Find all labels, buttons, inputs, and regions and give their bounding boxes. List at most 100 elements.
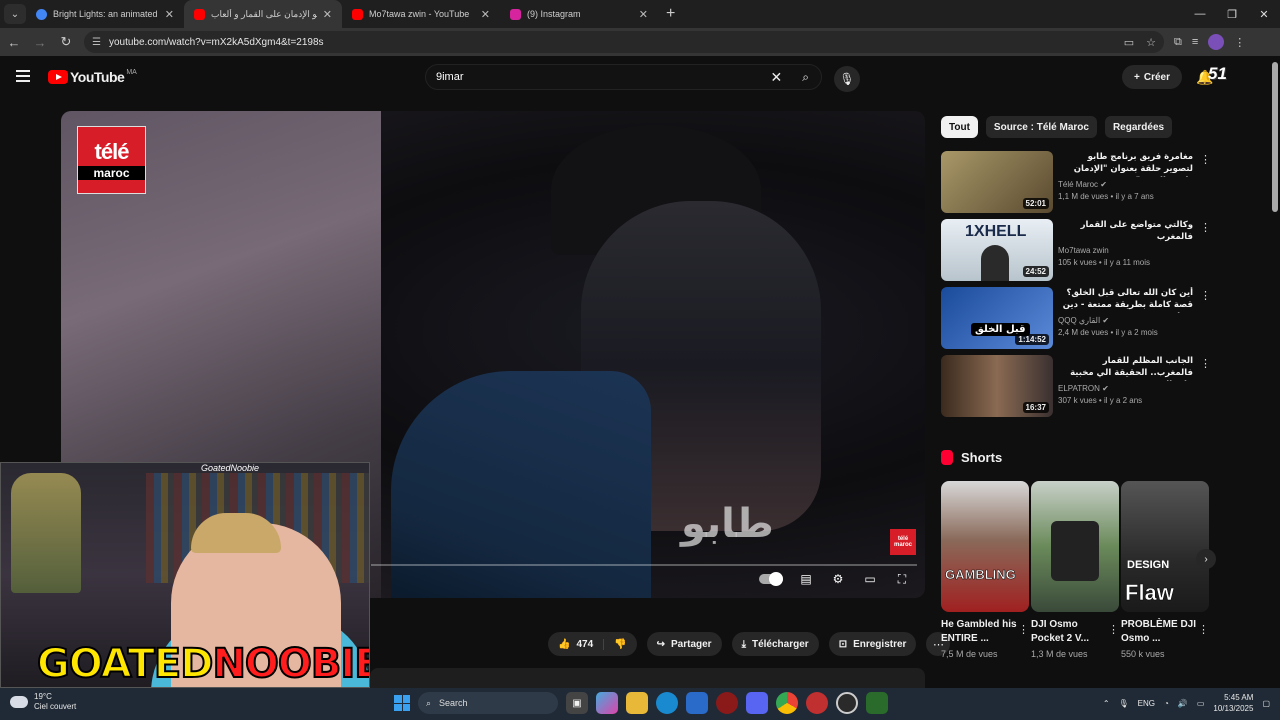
file-explorer-icon[interactable] xyxy=(626,692,648,714)
video-progress-bar[interactable] xyxy=(371,564,917,566)
more-options-icon[interactable]: ⋮ xyxy=(1108,623,1119,636)
reading-list-icon[interactable]: ≡ xyxy=(1192,36,1198,48)
taskbar-search[interactable]: ⌕ Search xyxy=(418,692,558,714)
voice-search-icon[interactable]: 🎙 xyxy=(834,66,860,92)
list-item[interactable]: 16:37 الجانب المظلم للقمار فالمغرب.. الح… xyxy=(941,355,1211,417)
search-input[interactable]: 9imar xyxy=(436,71,771,83)
channel-name[interactable]: QQQ القاري ✔ xyxy=(1058,316,1193,325)
chip-all[interactable]: Tout xyxy=(941,116,978,138)
microphone-icon[interactable]: 🎙 xyxy=(1119,699,1129,708)
wifi-icon[interactable]: ◔ xyxy=(1164,699,1169,708)
tray-chevron-icon[interactable]: ⌃ xyxy=(1103,699,1110,708)
channel-name[interactable]: ELPATRON ✔ xyxy=(1058,384,1193,393)
volume-icon[interactable]: 🔊 xyxy=(1178,699,1188,708)
youtube-logo[interactable]: YouTube MA xyxy=(48,69,137,85)
list-item[interactable]: 1XHELL 24:52 وكالتي متواضع على القمار فا… xyxy=(941,219,1211,281)
more-options-icon[interactable]: ⋮ xyxy=(1200,289,1211,302)
close-tab-icon[interactable]: ✕ xyxy=(323,8,332,21)
more-options-icon[interactable]: ⋮ xyxy=(1200,221,1211,234)
notification-center-icon[interactable]: ▢ xyxy=(1262,699,1270,708)
profile-avatar[interactable] xyxy=(1208,34,1225,50)
video-thumbnail[interactable]: 1XHELL 24:52 xyxy=(941,219,1053,281)
cast-icon[interactable]: ▭ xyxy=(1124,36,1134,49)
dislike-button[interactable]: 👎 xyxy=(604,639,636,650)
short-thumbnail[interactable]: GAMBLING xyxy=(941,481,1029,612)
terminal-icon[interactable] xyxy=(866,692,888,714)
list-item[interactable]: 52:01 مغامرة فريق برنامج طابو لتصوير حلق… xyxy=(941,151,1211,213)
autoplay-toggle[interactable] xyxy=(759,572,783,586)
search-icon[interactable]: ⌕ xyxy=(802,70,809,85)
browser-menu-icon[interactable]: ⋮ xyxy=(1234,36,1245,49)
description-box[interactable] xyxy=(370,668,925,690)
video-title[interactable]: وكالتي متواضع على القمار فالمغرب xyxy=(1058,219,1193,243)
chip-source[interactable]: Source : Télé Maroc xyxy=(985,116,1097,138)
chrome-icon[interactable] xyxy=(776,692,798,714)
list-item[interactable]: قبل الخلق 1:14:52 أين كان الله تعالى قبل… xyxy=(941,287,1211,349)
theater-mode-icon[interactable]: ▭ xyxy=(861,570,879,588)
more-options-icon[interactable]: ⋮ xyxy=(1018,623,1029,636)
search-box[interactable]: 9imar ✕ ⌕ xyxy=(425,64,822,90)
settings-gear-icon[interactable]: ⚙ xyxy=(829,570,847,588)
restore-icon[interactable]: ❐ xyxy=(1216,0,1248,28)
video-thumbnail[interactable]: 16:37 xyxy=(941,355,1053,417)
task-view-icon[interactable]: ▣ xyxy=(566,692,588,714)
language-indicator[interactable]: ENG xyxy=(1138,699,1155,708)
video-title[interactable]: أين كان الله تعالى قبل الخلق؟ قصة كاملة … xyxy=(1058,287,1193,313)
short-thumbnail[interactable] xyxy=(1031,481,1119,612)
app-red-icon[interactable] xyxy=(716,692,738,714)
tab-bright-lights[interactable]: Bright Lights: an animated exp ✕ xyxy=(26,0,184,28)
scrollbar-thumb[interactable] xyxy=(1272,62,1278,212)
channel-name[interactable]: Mo7tawa zwin xyxy=(1058,246,1193,255)
new-tab-icon[interactable]: + xyxy=(666,5,675,23)
tab-mo7tawa[interactable]: Mo7tawa zwin - YouTube ✕ xyxy=(342,0,500,28)
clock[interactable]: 5:45 AM 10/13/2025 xyxy=(1213,692,1253,714)
edge-icon[interactable] xyxy=(656,692,678,714)
discord-icon[interactable] xyxy=(746,692,768,714)
video-thumbnail[interactable]: 52:01 xyxy=(941,151,1053,213)
tab-instagram[interactable]: (9) Instagram ✕ xyxy=(500,0,658,28)
short-item[interactable]: DESIGN Flaw PROBLÈME DJI Osmo ... 550 k … xyxy=(1121,481,1209,659)
video-title[interactable]: الجانب المظلم للقمار فالمغرب.. الحقيقة ا… xyxy=(1058,355,1193,381)
short-item[interactable]: GAMBLING He Gambled his ENTIRE ... 7,5 M… xyxy=(941,481,1029,659)
weather-widget[interactable]: 19°C Ciel couvert xyxy=(10,692,76,712)
shorts-next-icon[interactable]: › xyxy=(1196,549,1216,569)
close-tab-icon[interactable]: ✕ xyxy=(481,8,490,21)
bookmark-star-icon[interactable]: ☆ xyxy=(1146,36,1156,49)
url-field[interactable]: ☰ youtube.com/watch?v=mX2kA5dXgm4&t=2198… xyxy=(84,31,1164,53)
forward-icon[interactable]: → xyxy=(28,30,52,54)
clear-search-icon[interactable]: ✕ xyxy=(771,69,783,86)
page-scrollbar[interactable] xyxy=(1272,62,1278,688)
start-icon[interactable] xyxy=(394,695,410,711)
subtitles-icon[interactable]: ▤ xyxy=(797,570,815,588)
menu-icon[interactable] xyxy=(16,70,30,82)
share-button[interactable]: ↪ Partager xyxy=(646,632,722,656)
app-multi-icon[interactable] xyxy=(806,692,828,714)
short-item[interactable]: DJI Osmo Pocket 2 V... 1,3 M de vues ⋮ xyxy=(1031,481,1119,659)
more-options-icon[interactable]: ⋮ xyxy=(1198,623,1209,636)
short-title[interactable]: He Gambled his ENTIRE ... xyxy=(941,618,1017,646)
save-button[interactable]: ⊡ Enregistrer xyxy=(828,632,917,656)
close-window-icon[interactable]: ✕ xyxy=(1248,0,1280,28)
more-options-icon[interactable]: ⋮ xyxy=(1200,357,1211,370)
tab-youtube-active[interactable]: طابو الإدمان على القمار و ألعاب ✕ xyxy=(184,0,342,28)
short-thumbnail[interactable]: DESIGN Flaw xyxy=(1121,481,1209,612)
store-icon[interactable] xyxy=(686,692,708,714)
fullscreen-icon[interactable]: ⛶ xyxy=(893,570,911,588)
close-tab-icon[interactable]: ✕ xyxy=(639,8,648,21)
site-info-icon[interactable]: ☰ xyxy=(92,37,101,48)
extensions-icon[interactable]: ⧉ xyxy=(1174,36,1182,49)
reload-icon[interactable]: ↻ xyxy=(54,30,78,54)
chip-watched[interactable]: Regardées xyxy=(1104,116,1173,138)
download-button[interactable]: ⤓ Télécharger xyxy=(731,632,819,656)
short-title[interactable]: DJI Osmo Pocket 2 V... xyxy=(1031,618,1107,646)
obs-icon[interactable] xyxy=(836,692,858,714)
create-button[interactable]: + Créer xyxy=(1122,65,1182,89)
short-title[interactable]: PROBLÈME DJI Osmo ... xyxy=(1121,618,1197,646)
more-options-icon[interactable]: ⋮ xyxy=(1200,153,1211,166)
channel-name[interactable]: Télé Maroc ✔ xyxy=(1058,180,1193,189)
back-icon[interactable]: ← xyxy=(2,30,26,54)
video-title[interactable]: مغامرة فريق برنامج طابو لتصوير حلقة بعنو… xyxy=(1058,151,1193,177)
close-tab-icon[interactable]: ✕ xyxy=(165,8,174,21)
copilot-icon[interactable] xyxy=(596,692,618,714)
tab-search-button[interactable]: ⌄ xyxy=(4,4,26,24)
